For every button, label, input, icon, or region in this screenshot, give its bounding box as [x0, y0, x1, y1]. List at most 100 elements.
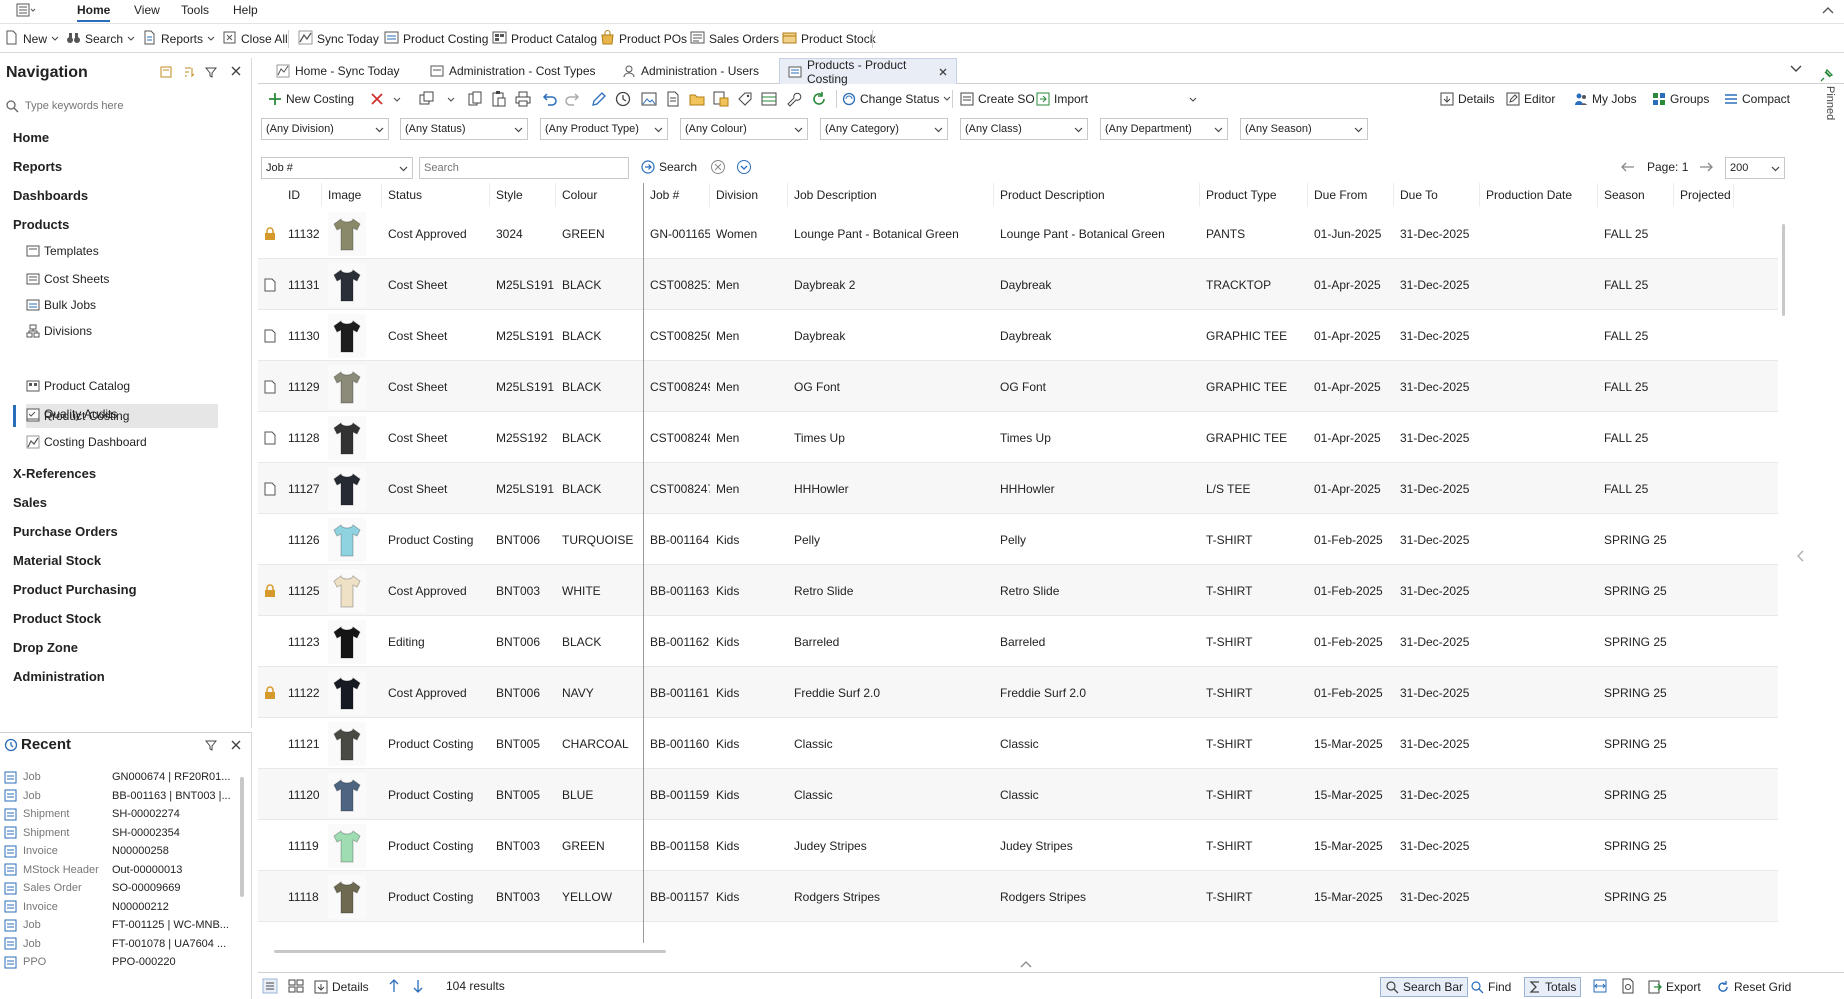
column-header[interactable]: Job #: [644, 183, 710, 207]
tab-products-product-costing[interactable]: Products - Product Costing: [779, 58, 957, 86]
season-filter[interactable]: (Any Season): [1240, 118, 1368, 140]
expand-search-icon[interactable]: [736, 159, 752, 175]
nav-search-box[interactable]: [6, 94, 246, 118]
document-icon[interactable]: [664, 90, 682, 108]
import-button[interactable]: Import: [1036, 89, 1088, 109]
nav-item-templates[interactable]: Templates: [26, 239, 218, 263]
column-header[interactable]: Style: [490, 183, 556, 207]
column-header[interactable]: Product Type: [1200, 183, 1308, 207]
table-row[interactable]: 11128 Cost Sheet M25S192 BLACK CST008248 Men T…: [258, 412, 1778, 463]
grid-horizontal-scrollbar[interactable]: [274, 950, 666, 953]
column-header[interactable]: Division: [710, 183, 788, 207]
table-row[interactable]: 11129 Cost Sheet M25LS191 BLACK CST008249 Men…: [258, 361, 1778, 412]
card-view-icon[interactable]: [288, 978, 304, 994]
cost-calc-icon[interactable]: [712, 90, 730, 108]
nav-autohide-icon[interactable]: [205, 66, 217, 78]
table-row[interactable]: 11125 Cost Approved BNT003 WHITE BB-001163 Ki…: [258, 565, 1778, 616]
compact-button[interactable]: Compact: [1724, 89, 1790, 109]
expand-panel-chevron-icon[interactable]: [1020, 960, 1032, 968]
export-button[interactable]: Export: [1648, 977, 1701, 997]
table-row[interactable]: 11122 Cost Approved BNT006 NAVY BB-001161 Kid…: [258, 667, 1778, 718]
close-all-button[interactable]: Close All: [222, 28, 288, 50]
find-button[interactable]: Find: [1470, 977, 1511, 997]
nav-search-input[interactable]: [25, 100, 225, 112]
column-header[interactable]: Colour: [556, 183, 644, 207]
nav-item-costing-dashboard[interactable]: Costing Dashboard: [26, 430, 218, 454]
reset-grid-button[interactable]: Reset Grid: [1716, 977, 1791, 997]
grid-vertical-scrollbar[interactable]: [1782, 224, 1785, 316]
new-costing-button[interactable]: New Costing: [268, 89, 354, 109]
pinned-label[interactable]: Pinned: [1824, 86, 1836, 120]
print-preview-icon[interactable]: [1620, 978, 1636, 994]
redo-icon[interactable]: [564, 90, 582, 108]
recent-autohide-icon[interactable]: [205, 739, 217, 751]
column-header[interactable]: Job Description: [788, 183, 994, 207]
sort-down-icon[interactable]: [412, 978, 424, 994]
nav-item-bulk-jobs[interactable]: Bulk Jobs: [26, 293, 218, 317]
nav-item-divisions[interactable]: Divisions: [26, 319, 218, 343]
previous-page-icon[interactable]: [1620, 160, 1636, 174]
table-row[interactable]: 11126 Product Costing BNT006 TURQUOISE BB-00…: [258, 514, 1778, 565]
nav-products[interactable]: Products: [13, 217, 69, 232]
status-filter[interactable]: (Any Status): [400, 118, 528, 140]
menu-tools[interactable]: Tools: [181, 3, 209, 17]
folder-icon[interactable]: [688, 90, 706, 108]
print-icon[interactable]: [514, 90, 532, 108]
groups-button[interactable]: Groups: [1652, 89, 1709, 109]
search-field-select[interactable]: Job #: [261, 157, 413, 179]
sort-up-icon[interactable]: [388, 978, 400, 994]
column-header[interactable]: ID: [282, 183, 322, 207]
table-row[interactable]: 11131 Cost Sheet M25LS191 BLACK CST008251 Men…: [258, 259, 1778, 310]
editor-button[interactable]: Editor: [1506, 89, 1555, 109]
details-button[interactable]: Details: [1440, 89, 1495, 109]
side-panel-chevron-icon[interactable]: [1796, 550, 1804, 562]
change-status-button[interactable]: Change Status: [842, 89, 951, 109]
nav-item-quality-audits[interactable]: Quality Audits: [26, 402, 218, 426]
close-tab-icon[interactable]: [938, 67, 948, 77]
sync-today-button[interactable]: Sync Today: [298, 28, 379, 50]
import-menu-chevron-icon[interactable]: [1188, 90, 1198, 108]
nav-material-stock[interactable]: Material Stock: [13, 553, 101, 568]
tab-list-chevron-icon[interactable]: [1790, 65, 1802, 73]
nav-home[interactable]: Home: [13, 130, 49, 145]
nav-close-icon[interactable]: [230, 65, 242, 77]
table-row[interactable]: 11130 Cost Sheet M25LS191 BLACK CST008250 Men…: [258, 310, 1778, 361]
table-row[interactable]: 11120 Product Costing BNT005 BLUE BB-001159 K…: [258, 769, 1778, 820]
column-header[interactable]: Due From: [1308, 183, 1394, 207]
nav-item-product-catalog[interactable]: Product Catalog: [26, 374, 218, 398]
details-toggle-button[interactable]: Details: [314, 977, 369, 997]
column-header[interactable]: Due To: [1394, 183, 1480, 207]
clear-search-icon[interactable]: [710, 159, 726, 175]
page-size-select[interactable]: 200: [1725, 157, 1785, 179]
nav-sort-icon[interactable]: [183, 66, 195, 78]
list-view-icon[interactable]: [262, 978, 278, 994]
delete-icon[interactable]: [368, 90, 386, 108]
table-row[interactable]: 11119 Product Costing BNT003 GREEN BB-001158…: [258, 820, 1778, 871]
nav-reports[interactable]: Reports: [13, 159, 62, 174]
nav-administration[interactable]: Administration: [13, 669, 105, 684]
column-header[interactable]: Projected Deliv: [1674, 183, 1734, 207]
search-menu-button[interactable]: Search: [66, 28, 135, 50]
menu-view[interactable]: View: [134, 3, 160, 17]
table-row[interactable]: 11127 Cost Sheet M25LS191 BLACK CST008247 Men…: [258, 463, 1778, 514]
sales-orders-shortcut[interactable]: Sales Orders: [690, 28, 779, 50]
my-jobs-button[interactable]: My Jobs: [1574, 89, 1637, 109]
duplicate-menu-chevron-icon[interactable]: [446, 90, 456, 108]
copy-icon[interactable]: [466, 90, 484, 108]
menu-help[interactable]: Help: [233, 3, 258, 17]
search-bar-toggle[interactable]: Search Bar: [1380, 977, 1469, 997]
image-icon[interactable]: [640, 90, 658, 108]
table-row[interactable]: 11132 Cost Approved 3024 GREEN GN-001165 Wome…: [258, 208, 1778, 259]
search-button[interactable]: Search: [641, 157, 697, 177]
history-icon[interactable]: [614, 90, 632, 108]
tab-administration-cost-types[interactable]: Administration - Cost Types: [422, 58, 604, 84]
menu-home[interactable]: Home: [77, 3, 111, 22]
nav-dashboards[interactable]: Dashboards: [13, 188, 88, 203]
column-header[interactable]: Product Description: [994, 183, 1200, 207]
reports-button[interactable]: Reports: [142, 28, 215, 50]
tab-administration-users[interactable]: Administration - Users: [614, 58, 767, 84]
recent-close-icon[interactable]: [230, 739, 242, 751]
wrench-icon[interactable]: [784, 90, 802, 108]
column-header[interactable]: Status: [382, 183, 490, 207]
department-filter[interactable]: (Any Department): [1100, 118, 1228, 140]
